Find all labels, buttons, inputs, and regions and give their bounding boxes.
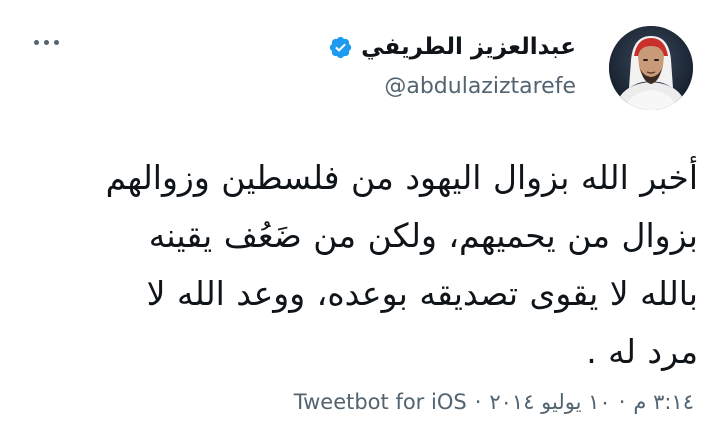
more-dot (33, 39, 39, 45)
tweet-time[interactable]: ٣:١٤ م (633, 390, 694, 414)
more-options-button[interactable] (28, 28, 64, 56)
tweet-date[interactable]: ١٠ يوليو ٢٠١٤ (489, 390, 610, 414)
verified-badge-icon (329, 36, 352, 58)
meta-separator: · (474, 390, 482, 414)
avatar[interactable] (609, 26, 693, 110)
author-handle[interactable]: @abdulaziztarefe (328, 74, 576, 99)
meta-separator: · (618, 390, 626, 414)
tweet-meta: Tweetbot for iOS · ١٠ يوليو ٢٠١٤ · ٣:١٤ … (294, 390, 694, 414)
tweet-card: عبدالعزيز الطريفي @abdulaziztarefe أخبر … (0, 0, 720, 446)
name-row: عبدالعزيز الطريفي (328, 32, 576, 62)
avatar-image (609, 26, 693, 110)
more-dot (43, 39, 49, 45)
author-block: عبدالعزيز الطريفي @abdulaziztarefe (328, 32, 576, 99)
more-dot (53, 39, 59, 45)
tweet-source-link[interactable]: Tweetbot for iOS (294, 390, 467, 414)
tweet-text: أخبر الله بزوال اليهود من فلسطين وزوالهم… (105, 158, 698, 371)
author-display-name[interactable]: عبدالعزيز الطريفي (361, 34, 576, 60)
